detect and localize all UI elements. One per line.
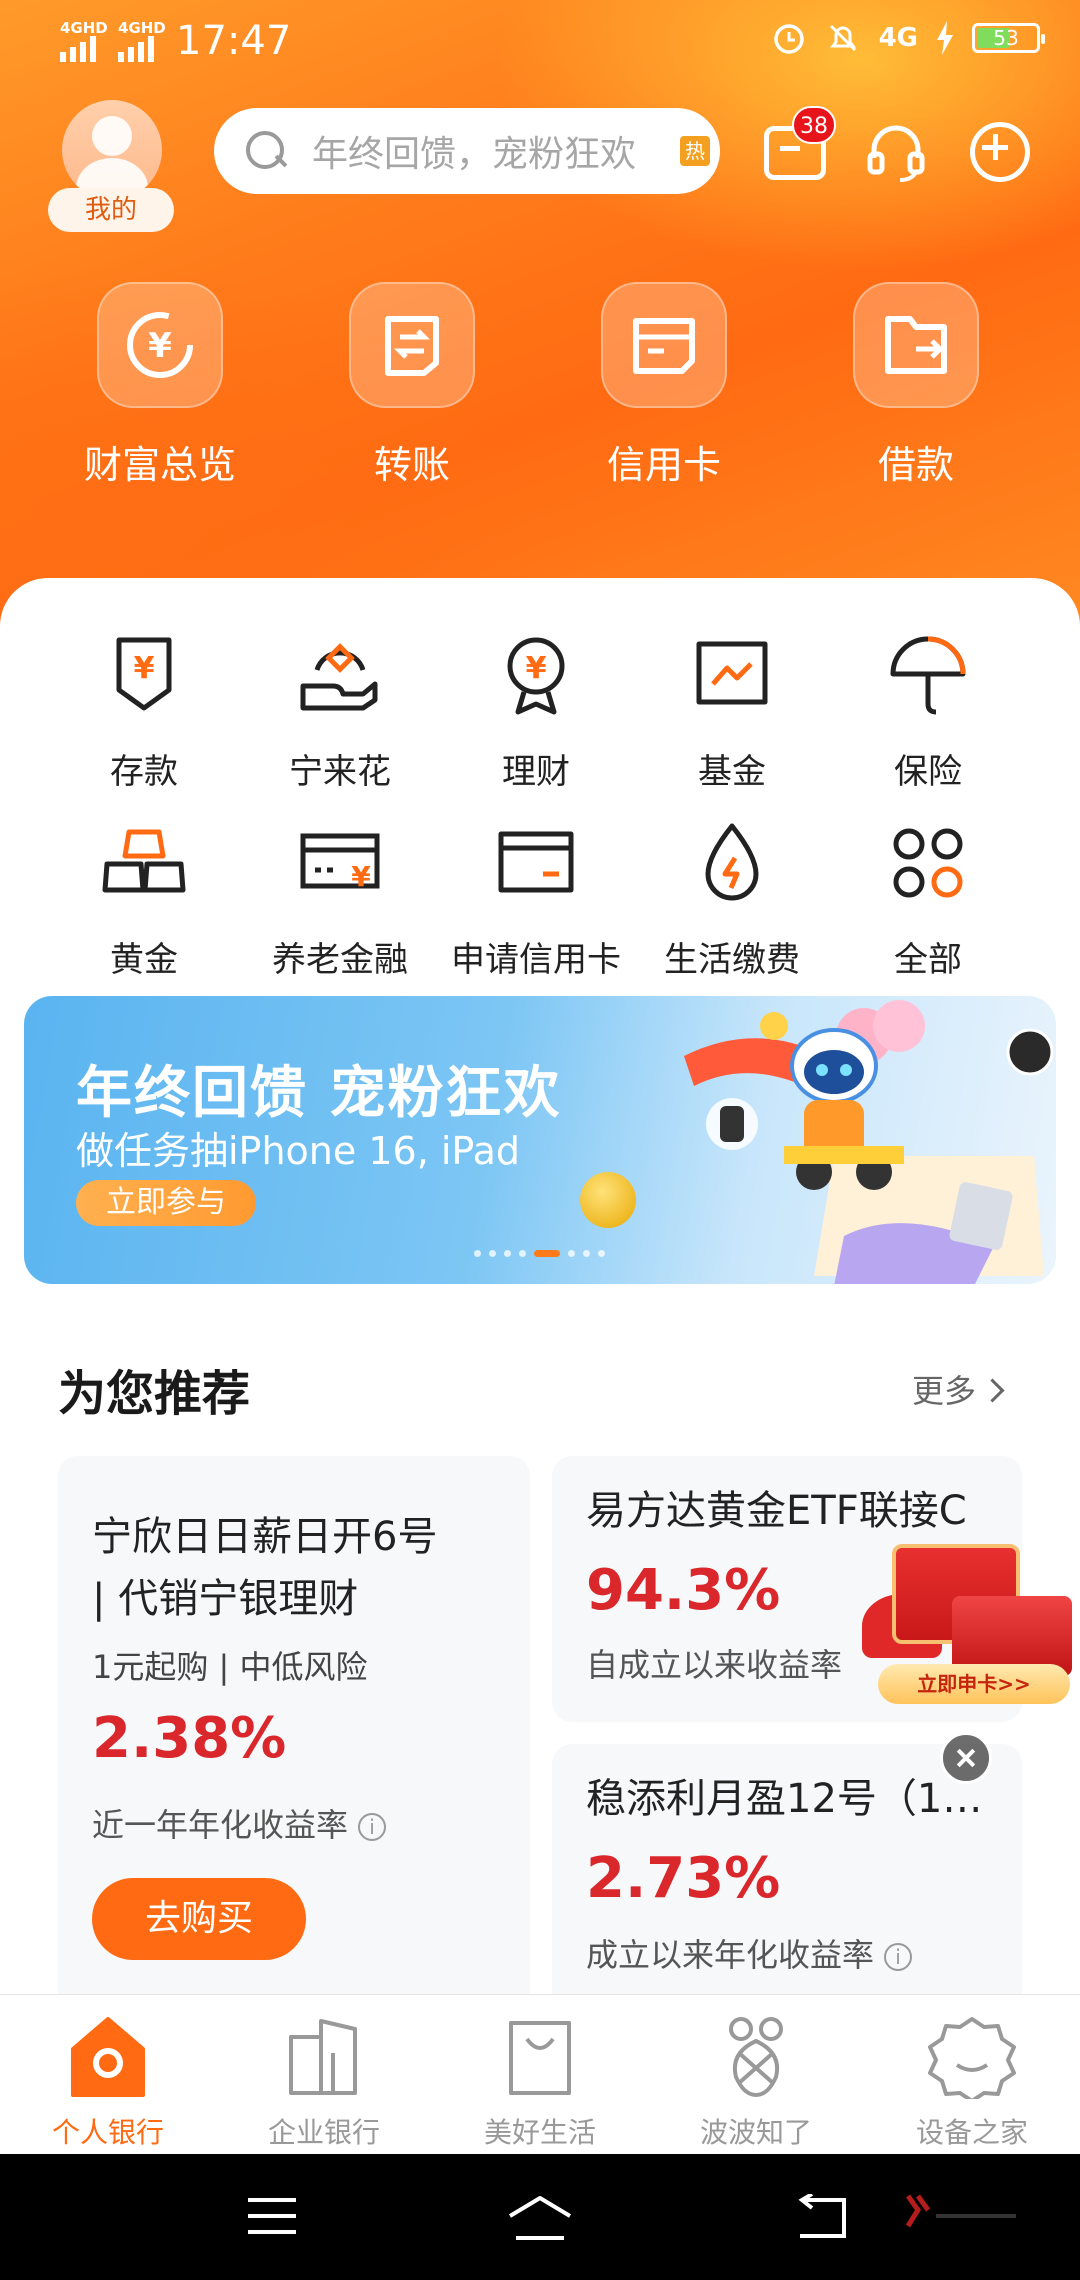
- service-ninglaihua[interactable]: 宁来花: [242, 630, 438, 793]
- product-rate: 2.38%: [92, 1706, 287, 1771]
- service-pension[interactable]: ¥ 养老金融: [242, 818, 438, 981]
- product-rate-desc: 成立以来年化收益率 i: [586, 1930, 913, 1976]
- search-icon: [246, 131, 286, 171]
- banner-illustration: [684, 1000, 1054, 1284]
- svg-text:¥: ¥: [134, 651, 155, 686]
- sim2-label: 4GHD: [118, 19, 166, 37]
- product-name-line2: | 代销宁银理财: [92, 1576, 359, 1622]
- product-rate: 94.3%: [586, 1558, 781, 1623]
- info-icon[interactable]: i: [884, 1943, 913, 1971]
- service-gold[interactable]: 黄金: [46, 818, 242, 981]
- utility-payment-icon: [705, 823, 759, 901]
- product-card-ningxin[interactable]: 宁欣日日薪日开6号 | 代销宁银理财 1元起购 | 中低风险 2.38% 近一年…: [58, 1456, 530, 2016]
- service-wealth-management[interactable]: ¥ 理财: [438, 630, 634, 793]
- ninglaihua-icon: [300, 643, 378, 711]
- tab-better-life[interactable]: 美好生活: [432, 2013, 648, 2151]
- bottom-tab-bar: 个人银行 企业银行 美好生活 波波知了 设备之家: [0, 1994, 1080, 2154]
- building-icon: [289, 2019, 357, 2095]
- status-time: 17:47: [176, 18, 292, 64]
- svg-text:¥: ¥: [351, 860, 371, 893]
- service-fund[interactable]: 基金: [634, 630, 830, 793]
- recommend-title: 为您推荐: [58, 1366, 251, 1422]
- pension-icon: ¥: [300, 833, 380, 893]
- tab-personal-banking[interactable]: 个人银行: [0, 2013, 216, 2151]
- product-name: 易方达黄金ETF联接C: [586, 1488, 967, 1534]
- tab-corporate-banking[interactable]: 企业银行: [216, 2013, 432, 2151]
- product-rate-desc: 近一年年化收益率 i: [92, 1800, 387, 1846]
- tab-bobo-zhiliao[interactable]: 波波知了: [648, 2013, 864, 2151]
- network-type: 4G: [878, 23, 918, 53]
- shopping-bag-icon: [509, 2021, 571, 2095]
- signal-sim1-icon: 4GHD: [60, 20, 108, 62]
- all-services-icon: [893, 828, 963, 898]
- svg-text:¥: ¥: [526, 651, 547, 686]
- insurance-icon: [890, 636, 966, 715]
- charging-icon: [937, 21, 953, 55]
- sim1-label: 4GHD: [60, 19, 108, 37]
- transfer-icon: [385, 316, 439, 376]
- product-rate: 2.73%: [586, 1846, 781, 1911]
- buy-button[interactable]: 去购买: [92, 1878, 306, 1960]
- apply-card-icon: [498, 831, 574, 893]
- banner-title: 年终回馈 宠粉狂欢: [76, 1061, 562, 1126]
- quick-action-transfer[interactable]: 转账: [312, 282, 512, 489]
- promo-banner[interactable]: 年终回馈 宠粉狂欢 做任务抽iPhone 16, iPad 立即参与: [24, 996, 1056, 1284]
- alarm-icon: [773, 24, 804, 54]
- floating-card-ad[interactable]: 立即申卡>>: [862, 1540, 1076, 1706]
- add-icon[interactable]: [970, 122, 1030, 182]
- system-navigation-bar: [0, 2154, 1080, 2280]
- my-profile-button[interactable]: 我的: [48, 100, 174, 232]
- watermark-logo: [905, 2194, 1016, 2228]
- status-bar: 4GHD 4GHD 17:47 4G 53: [0, 0, 1080, 80]
- search-placeholder: 年终回馈，宠粉狂欢: [312, 134, 637, 175]
- mute-bell-icon: [829, 24, 856, 52]
- recommend-more-link[interactable]: 更多: [912, 1366, 1001, 1412]
- gold-icon: [102, 829, 186, 893]
- quick-action-wealth-overview[interactable]: ¥ 财富总览: [60, 282, 260, 489]
- product-tags: 1元起购 | 中低风险: [92, 1648, 368, 1686]
- banner-coin-decoration: [580, 1172, 636, 1228]
- hot-badge: 热: [680, 136, 710, 166]
- info-icon[interactable]: i: [358, 1813, 387, 1841]
- battery-indicator: 53: [972, 23, 1045, 53]
- bobo-icon: [729, 2017, 783, 2098]
- home-icon: [71, 2017, 145, 2097]
- banner-subtitle: 做任务抽iPhone 16, iPad: [76, 1129, 521, 1173]
- fund-icon: [696, 641, 768, 705]
- quick-action-loan[interactable]: 借款: [816, 282, 1016, 489]
- wealth-management-icon: ¥: [507, 637, 565, 715]
- banner-pagination: [474, 1250, 605, 1257]
- tab-device-home[interactable]: 设备之家: [864, 2013, 1080, 2151]
- product-name-line1: 宁欣日日薪日开6号: [92, 1514, 438, 1560]
- wealth-overview-icon: ¥: [127, 312, 193, 378]
- loan-icon: [885, 316, 947, 374]
- menu-icon[interactable]: [244, 2194, 300, 2238]
- banner-join-button[interactable]: 立即参与: [76, 1180, 256, 1226]
- floating-ad-cta[interactable]: 立即申卡>>: [878, 1664, 1070, 1704]
- credit-card-icon: [633, 318, 695, 374]
- service-utility-payment[interactable]: 生活缴费: [634, 818, 830, 981]
- service-deposit[interactable]: ¥ 存款: [46, 630, 242, 793]
- search-input[interactable]: 年终回馈，宠粉狂欢 热: [214, 108, 720, 194]
- gear-icon: [928, 2017, 1016, 2103]
- home-nav-icon[interactable]: [506, 2194, 574, 2242]
- product-name: 稳添利月盈12号（1…: [586, 1776, 983, 1822]
- back-icon[interactable]: [794, 2194, 850, 2240]
- my-profile-label: 我的: [48, 188, 174, 232]
- deposit-icon: ¥: [116, 637, 172, 711]
- signal-sim2-icon: 4GHD: [118, 20, 166, 62]
- svg-text:¥: ¥: [148, 326, 172, 366]
- service-apply-credit-card[interactable]: 申请信用卡: [438, 818, 634, 981]
- close-icon[interactable]: [940, 1732, 992, 1784]
- message-count-badge: 38: [792, 106, 836, 144]
- service-insurance[interactable]: 保险: [830, 630, 1026, 793]
- customer-service-icon[interactable]: [866, 122, 926, 182]
- product-rate-desc: 自成立以来收益率: [586, 1646, 843, 1684]
- avatar: [62, 100, 162, 200]
- service-all[interactable]: 全部: [830, 818, 1026, 981]
- quick-action-credit-card[interactable]: 信用卡: [564, 282, 764, 489]
